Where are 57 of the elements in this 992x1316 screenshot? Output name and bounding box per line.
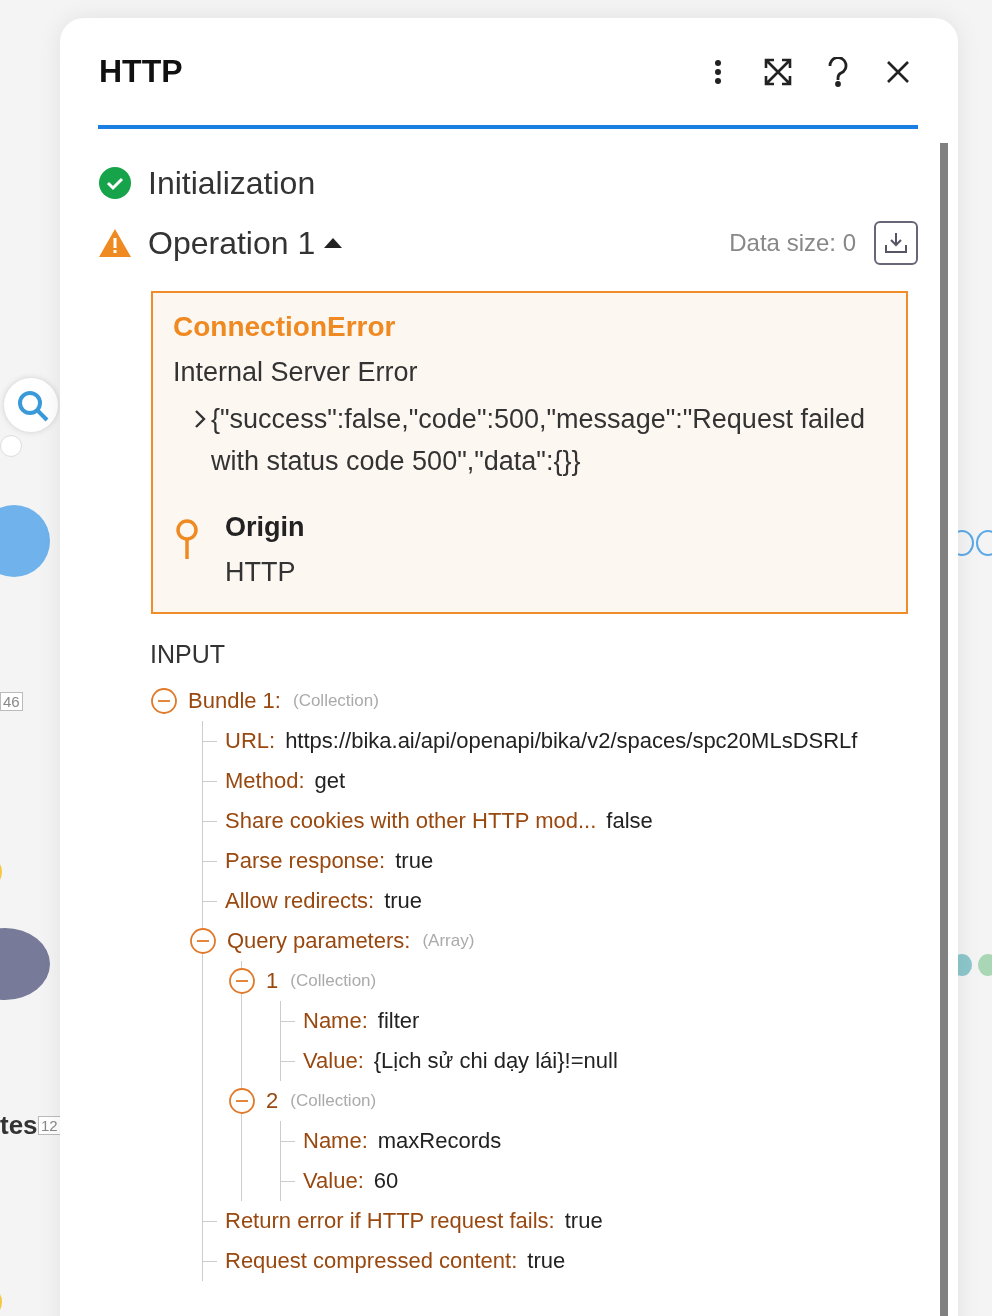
field-key: Allow redirects: [225,888,375,914]
type-label: (Collection) [292,691,379,711]
connector-dot [0,435,22,457]
field-key: Value: [303,1048,364,1074]
field-value: true [384,888,423,914]
field-value: maxRecords [377,1128,502,1154]
collapse-icon[interactable] [190,928,216,954]
collapse-icon[interactable] [229,968,255,994]
download-button[interactable] [874,221,918,265]
field-value: true [564,1208,603,1234]
origin-label: Origin [225,512,305,543]
warning-icon [98,227,132,259]
step-label: Operation 1 [148,224,316,262]
tree-key: 2 [266,1088,279,1114]
collapse-icon[interactable] [151,688,177,714]
field-value: 60 [373,1168,399,1194]
field-value: get [314,768,346,794]
search-node[interactable] [4,378,58,432]
field-value: filter [377,1008,420,1034]
error-message: Internal Server Error [173,357,419,388]
error-title: ConnectionError [173,311,397,343]
collapse-icon[interactable] [229,1088,255,1114]
field-value: https://bika.ai/api/openapi/bika/v2/spaces/spc20MLsDSRLf [285,728,858,754]
field-value: true [395,848,434,874]
origin-value: HTTP [225,557,297,588]
count-badge: 46 [0,692,23,711]
tree-key: Query parameters: [227,928,411,954]
field-key: Return error if HTTP request fails: [225,1208,555,1234]
pin-icon [173,518,201,562]
data-size: Data size: 0 [729,229,856,257]
type-label: (Array) [422,931,475,951]
field-key: Name: [303,1008,368,1034]
field-key: Parse response: [225,848,386,874]
node-label: tes [0,1110,38,1141]
field-key: Request compressed content: [225,1248,518,1274]
tree-key: Bundle 1: [188,688,281,714]
field-key: Method: [225,768,305,794]
count-badge: 12 [38,1116,61,1135]
field-key: Value: [303,1168,364,1194]
download-icon [884,231,908,255]
panel-title: HTTP [99,53,184,90]
field-value: {Lịch sử chi dạy lái}!=null [373,1048,618,1074]
field-value: true [527,1248,566,1274]
check-circle-icon [98,166,132,200]
field-key: Name: [303,1128,368,1154]
input-heading: INPUT [150,640,226,669]
scrollbar[interactable] [940,143,948,1316]
step-label: Initialization [148,164,316,202]
field-key: URL: [225,728,276,754]
tree-key: 1 [266,968,279,994]
error-detail: {"success":false,"code":500,"message":"Request failed with status code 500","data":{}} [211,403,866,478]
type-label: (Collection) [290,971,377,991]
connector-dot [978,954,992,976]
field-key: Share cookies with other HTTP mod... [225,808,597,834]
caret-up-icon[interactable] [323,237,344,249]
type-label: (Collection) [290,1091,377,1111]
field-value: false [606,808,653,834]
